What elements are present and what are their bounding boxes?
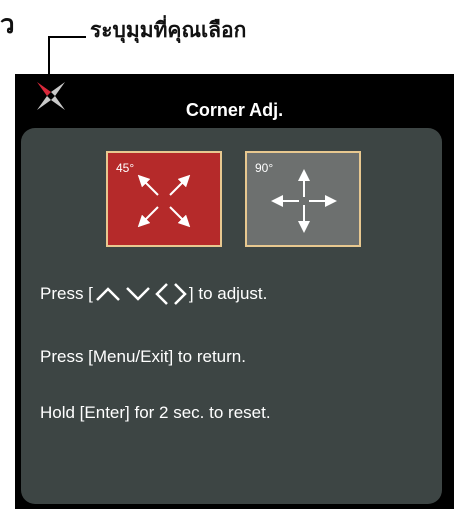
right-icon <box>174 283 187 305</box>
left-icon <box>155 283 168 305</box>
adjust-instruction: Press [ ] to adjust. <box>40 282 267 306</box>
adjust-suffix: ] to adjust. <box>188 284 268 303</box>
mode-45-tile[interactable]: 45° <box>106 151 222 247</box>
down-icon <box>126 287 150 301</box>
osd-title: Corner Adj. <box>185 100 284 120</box>
adjust-prefix: Press [ <box>40 284 93 303</box>
mode-90-tile[interactable]: 90° <box>245 151 361 247</box>
up-icon <box>96 287 120 301</box>
corner-adjust-panel: 45° 90° Press [] to adjust. Press [Menu… <box>21 128 442 504</box>
reset-instruction: Hold [Enter] for 2 sec. to reset. <box>40 403 271 422</box>
navigation-icons <box>94 282 188 306</box>
menu-exit-instruction: Press [Menu/Exit] to return. <box>40 347 246 366</box>
callout-label: ระบุมุมที่คุณเลือก <box>90 18 247 42</box>
diagonal-arrows-icon <box>137 174 191 228</box>
corner-adjust-osd: Corner Adj. 45° 90° Press [] to adjust.… <box>15 74 454 509</box>
clipped-heading-char: ว <box>0 10 15 40</box>
callout-line <box>48 36 86 38</box>
cross-arrows-icon <box>271 169 337 233</box>
callout-line-vertical <box>48 36 50 76</box>
